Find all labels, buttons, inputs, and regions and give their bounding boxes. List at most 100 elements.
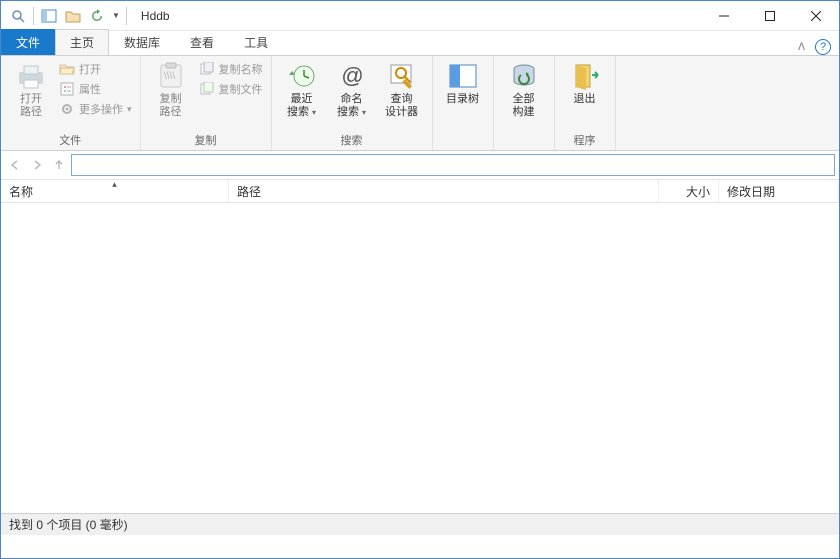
group-label: 复制	[195, 132, 217, 150]
at-icon: @	[336, 60, 368, 92]
recent-search-button[interactable]: 最近 搜索 ▾	[278, 58, 326, 121]
dirtree-button[interactable]: 目录树	[439, 58, 487, 108]
button-label: 目录树	[446, 93, 479, 106]
column-label: 大小	[686, 183, 710, 200]
button-label: 查询 设计器	[385, 93, 418, 119]
column-label: 名称	[9, 183, 33, 200]
magnifier-icon	[10, 8, 26, 24]
button-label: 全部 构建	[513, 93, 535, 119]
properties-button[interactable]: 属性	[57, 80, 134, 98]
nav-forward-button[interactable]	[27, 155, 47, 175]
nav-up-button[interactable]	[49, 155, 69, 175]
minimize-icon	[719, 11, 729, 21]
arrow-up-icon	[53, 159, 65, 171]
group-label	[522, 136, 525, 150]
tab-home[interactable]: 主页	[55, 29, 109, 55]
chevron-down-icon: ▾	[127, 104, 132, 115]
group-label: 文件	[59, 132, 81, 150]
tab-file[interactable]: 文件	[1, 29, 55, 55]
qat-folder-button[interactable]	[62, 5, 84, 27]
gear-icon	[59, 101, 75, 117]
status-text: 找到 0 个项目 (0 毫秒)	[9, 516, 128, 533]
ribbon: 打开 路径 打开 属性 更多操作 ▾ 文件	[1, 55, 839, 151]
window-title: Hddb	[141, 9, 170, 23]
navigation-bar	[1, 151, 839, 179]
sort-asc-icon: ▴	[112, 179, 117, 190]
ribbon-group-copy: \\\\ 复制 路径 复制名称 复制文件 复制	[141, 56, 272, 150]
arrow-left-icon	[8, 158, 22, 172]
column-header-path[interactable]: 路径	[229, 180, 659, 202]
qat-refresh-button[interactable]	[86, 5, 108, 27]
button-label: 打开	[79, 61, 101, 77]
close-button[interactable]	[793, 1, 839, 31]
button-label: 打开 路径	[20, 93, 42, 119]
tab-database[interactable]: 数据库	[109, 29, 175, 55]
properties-icon	[59, 81, 75, 97]
ribbon-group-file: 打开 路径 打开 属性 更多操作 ▾ 文件	[1, 56, 141, 150]
column-header-name[interactable]: 名称 ▴	[1, 180, 229, 202]
button-label: 复制名称	[219, 61, 263, 77]
qat-dropdown[interactable]: ▼	[110, 11, 122, 20]
ribbon-group-rebuild: 全部 构建	[494, 56, 555, 150]
button-label: 命名 搜索 ▾	[337, 93, 366, 119]
titlebar: ▼ Hddb	[1, 1, 839, 31]
rebuild-all-button[interactable]: 全部 构建	[500, 58, 548, 121]
tab-view[interactable]: 查看	[175, 29, 229, 55]
group-label	[461, 136, 464, 150]
exit-button[interactable]: 退出	[561, 58, 609, 108]
column-header-size[interactable]: 大小	[659, 180, 719, 202]
folder-open-icon	[59, 61, 75, 77]
group-label: 搜索	[341, 132, 363, 150]
panel-icon	[41, 9, 57, 23]
maximize-icon	[765, 11, 775, 21]
close-icon	[811, 11, 821, 21]
search-input[interactable]	[71, 154, 835, 176]
svg-text:@: @	[341, 63, 363, 88]
maximize-button[interactable]	[747, 1, 793, 31]
separator	[33, 7, 34, 25]
button-label: 属性	[79, 81, 101, 97]
button-label: 复制 路径	[160, 93, 182, 119]
refresh-icon	[90, 9, 104, 23]
chevron-down-icon: ▾	[312, 108, 316, 117]
qat-panel-button[interactable]	[38, 5, 60, 27]
button-label: 退出	[574, 93, 596, 106]
more-actions-button[interactable]: 更多操作 ▾	[57, 100, 134, 118]
folder-icon	[65, 9, 81, 23]
panel-tree-icon	[447, 60, 479, 92]
button-label: 复制文件	[219, 81, 263, 97]
button-label: 更多操作	[79, 101, 123, 117]
qat-search-button[interactable]	[7, 5, 29, 27]
minimize-button[interactable]	[701, 1, 747, 31]
button-label: 最近 搜索 ▾	[287, 93, 316, 119]
status-bar: 找到 0 个项目 (0 毫秒)	[1, 513, 839, 535]
database-refresh-icon	[508, 60, 540, 92]
named-search-button[interactable]: @ 命名 搜索 ▾	[328, 58, 376, 121]
open-button[interactable]: 打开	[57, 60, 134, 78]
ribbon-group-dirtree: 目录树	[433, 56, 494, 150]
clock-back-icon	[286, 60, 318, 92]
results-list[interactable]	[1, 203, 839, 513]
tab-tools[interactable]: 工具	[229, 29, 283, 55]
ribbon-group-program: 退出 程序	[555, 56, 616, 150]
help-button[interactable]: ?	[815, 39, 831, 55]
nav-back-button[interactable]	[5, 155, 25, 175]
collapse-ribbon-button[interactable]: ᐱ	[798, 42, 805, 53]
copy-name-icon	[199, 61, 215, 77]
copy-name-button[interactable]: 复制名称	[197, 60, 265, 78]
list-header: 名称 ▴ 路径 大小 修改日期	[1, 179, 839, 203]
svg-text:\\\\: \\\\	[164, 71, 175, 82]
query-designer-button[interactable]: 查询 设计器	[378, 58, 426, 121]
copy-file-button[interactable]: 复制文件	[197, 80, 265, 98]
arrow-right-icon	[30, 158, 44, 172]
query-designer-icon	[386, 60, 418, 92]
open-path-button[interactable]: 打开 路径	[7, 58, 55, 121]
printer-icon	[15, 60, 47, 92]
column-header-date[interactable]: 修改日期	[719, 180, 839, 202]
copy-path-button[interactable]: \\\\ 复制 路径	[147, 58, 195, 121]
column-label: 路径	[237, 183, 261, 200]
exit-icon	[569, 60, 601, 92]
group-label: 程序	[574, 132, 596, 150]
column-label: 修改日期	[727, 183, 775, 200]
ribbon-group-search: 最近 搜索 ▾ @ 命名 搜索 ▾ 查询 设计器 搜索	[272, 56, 433, 150]
